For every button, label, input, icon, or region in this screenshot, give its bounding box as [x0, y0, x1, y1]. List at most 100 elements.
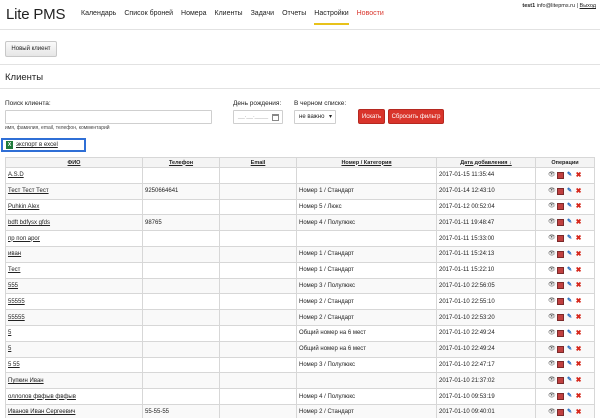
calendar-icon[interactable]: [557, 377, 564, 385]
logout-link[interactable]: Выход: [580, 3, 596, 9]
pencil-icon[interactable]: ✎: [566, 409, 573, 416]
calendar-icon[interactable]: [557, 250, 564, 258]
pencil-icon[interactable]: ✎: [566, 172, 573, 179]
calendar-icon[interactable]: [557, 187, 564, 195]
col-header-room[interactable]: Номер / Категория: [296, 157, 437, 168]
calendar-icon[interactable]: [557, 329, 564, 337]
pencil-icon[interactable]: ✎: [566, 219, 573, 226]
app-logo[interactable]: Lite PMS: [6, 6, 65, 23]
calendar-icon[interactable]: [272, 114, 279, 121]
client-name-link[interactable]: 5: [5, 340, 143, 358]
client-name-link[interactable]: оллолов фвфыв фвфыв: [5, 388, 143, 405]
pencil-icon[interactable]: ✎: [566, 203, 573, 210]
pencil-icon[interactable]: ✎: [566, 393, 573, 400]
client-name-link[interactable]: A.S.D: [5, 167, 143, 184]
calendar-icon[interactable]: [557, 345, 564, 353]
calendar-icon[interactable]: [557, 393, 564, 401]
calendar-icon[interactable]: [557, 408, 564, 416]
blacklist-select[interactable]: не важно ▾: [294, 110, 336, 124]
calendar-icon[interactable]: [557, 282, 564, 290]
delete-icon[interactable]: ✖: [575, 219, 582, 226]
delete-icon[interactable]: ✖: [575, 298, 582, 305]
delete-icon[interactable]: ✖: [575, 314, 582, 321]
search-button[interactable]: Искать: [358, 109, 385, 124]
pencil-icon[interactable]: ✎: [566, 235, 573, 242]
delete-icon[interactable]: ✖: [575, 346, 582, 353]
delete-icon[interactable]: ✖: [575, 377, 582, 384]
calendar-icon[interactable]: [557, 171, 564, 179]
client-name-link[interactable]: иван: [5, 245, 143, 263]
view-icon[interactable]: 👁: [548, 409, 556, 416]
col-header-phone[interactable]: Телефон: [142, 157, 220, 168]
delete-icon[interactable]: ✖: [575, 282, 582, 289]
view-icon[interactable]: 👁: [548, 377, 556, 384]
nav-bookings[interactable]: Список броней: [124, 10, 173, 25]
view-icon[interactable]: 👁: [548, 330, 556, 337]
birthday-input[interactable]: __.__.____: [233, 110, 283, 124]
view-icon[interactable]: 👁: [548, 188, 556, 195]
client-name-link[interactable]: пр поп арог: [5, 230, 143, 247]
client-name-link[interactable]: Тест: [5, 261, 143, 279]
client-name-link[interactable]: bdft bdfysx gfds: [5, 214, 143, 232]
client-name-link[interactable]: 555: [5, 277, 143, 295]
client-name-link[interactable]: 5: [5, 324, 143, 342]
new-client-button[interactable]: Новый клиент: [5, 41, 57, 57]
client-name-link[interactable]: Пупкин Иван: [5, 372, 143, 390]
pencil-icon[interactable]: ✎: [566, 251, 573, 258]
nav-rooms[interactable]: Номера: [181, 10, 206, 25]
view-icon[interactable]: 👁: [548, 235, 556, 242]
pencil-icon[interactable]: ✎: [566, 377, 573, 384]
reset-filter-button[interactable]: Сбросить фильтр: [388, 109, 444, 124]
col-header-date[interactable]: Дата добавления ↓: [436, 157, 536, 168]
calendar-icon[interactable]: [557, 235, 564, 243]
pencil-icon[interactable]: ✎: [566, 361, 573, 368]
nav-news[interactable]: Новости: [357, 10, 384, 25]
col-header-email[interactable]: Email: [219, 157, 297, 168]
calendar-icon[interactable]: [557, 219, 564, 227]
delete-icon[interactable]: ✖: [575, 361, 582, 368]
nav-tasks[interactable]: Задачи: [251, 10, 275, 25]
nav-reports[interactable]: Отчеты: [282, 10, 306, 25]
delete-icon[interactable]: ✖: [575, 251, 582, 258]
view-icon[interactable]: 👁: [548, 346, 556, 353]
view-icon[interactable]: 👁: [548, 298, 556, 305]
calendar-icon[interactable]: [557, 266, 564, 274]
calendar-icon[interactable]: [557, 203, 564, 211]
view-icon[interactable]: 👁: [548, 251, 556, 258]
pencil-icon[interactable]: ✎: [566, 282, 573, 289]
pencil-icon[interactable]: ✎: [566, 330, 573, 337]
pencil-icon[interactable]: ✎: [566, 314, 573, 321]
nav-settings[interactable]: Настройки: [314, 10, 349, 25]
col-header-name[interactable]: ФИО: [5, 157, 143, 168]
view-icon[interactable]: 👁: [548, 172, 556, 179]
client-name-link[interactable]: 5 55: [5, 356, 143, 374]
search-input[interactable]: [5, 110, 212, 124]
client-name-link[interactable]: Puhkin Alex: [5, 198, 143, 216]
nav-clients[interactable]: Клиенты: [215, 10, 243, 25]
client-name-link[interactable]: 55555: [5, 309, 143, 326]
view-icon[interactable]: 👁: [548, 282, 556, 289]
client-name-link[interactable]: Иванов Иван Сергеевич: [5, 403, 143, 418]
calendar-icon[interactable]: [557, 361, 564, 369]
client-name-link[interactable]: Тест Тест Тест: [5, 182, 143, 200]
client-name-link[interactable]: 55555: [5, 293, 143, 311]
delete-icon[interactable]: ✖: [575, 393, 582, 400]
delete-icon[interactable]: ✖: [575, 188, 582, 195]
pencil-icon[interactable]: ✎: [566, 267, 573, 274]
pencil-icon[interactable]: ✎: [566, 346, 573, 353]
delete-icon[interactable]: ✖: [575, 235, 582, 242]
view-icon[interactable]: 👁: [548, 393, 556, 400]
delete-icon[interactable]: ✖: [575, 267, 582, 274]
nav-calendar[interactable]: Календарь: [81, 10, 116, 25]
calendar-icon[interactable]: [557, 314, 564, 322]
delete-icon[interactable]: ✖: [575, 330, 582, 337]
view-icon[interactable]: 👁: [548, 267, 556, 274]
delete-icon[interactable]: ✖: [575, 203, 582, 210]
pencil-icon[interactable]: ✎: [566, 188, 573, 195]
calendar-icon[interactable]: [557, 298, 564, 306]
delete-icon[interactable]: ✖: [575, 172, 582, 179]
view-icon[interactable]: 👁: [548, 361, 556, 368]
pencil-icon[interactable]: ✎: [566, 298, 573, 305]
view-icon[interactable]: 👁: [548, 314, 556, 321]
export-excel-link[interactable]: X экспорт в excel: [1, 138, 86, 152]
